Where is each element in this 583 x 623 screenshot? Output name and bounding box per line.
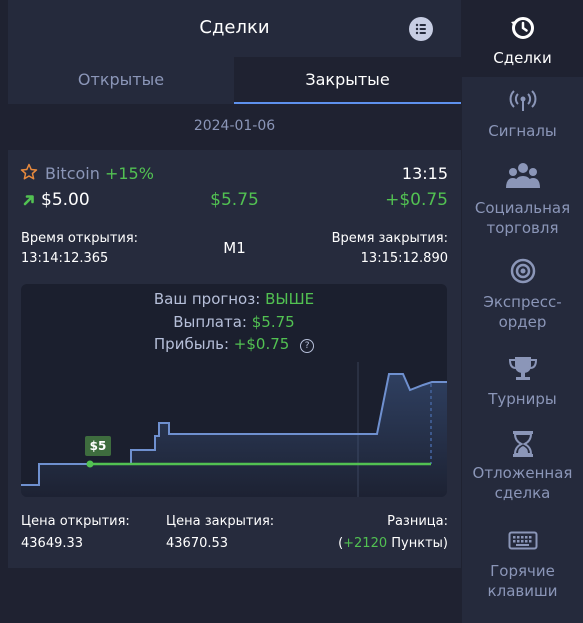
sidebar-item-express-order[interactable]: Экспресс-ордер xyxy=(462,255,583,335)
asset-label: Bitcoin xyxy=(45,164,100,183)
close-price-label: Цена закрытия: xyxy=(166,514,275,529)
sidebar-label-signals: Сигналы xyxy=(488,122,557,140)
forecast-value: ВЫШЕ xyxy=(265,290,315,308)
sidebar-label-social-trading: Социальная торговля xyxy=(474,199,571,237)
keyboard-icon xyxy=(508,531,538,550)
sidebar-label-express-order: Экспресс-ордер xyxy=(483,293,562,331)
tab-closed[interactable]: Закрытые xyxy=(234,57,461,104)
sidebar-label-trades: Сделки xyxy=(493,49,552,67)
sidebar-item-trades[interactable]: Сделки xyxy=(462,0,583,77)
tab-open[interactable]: Открытые xyxy=(8,57,234,102)
sidebar-item-signals[interactable]: Сигналы xyxy=(462,84,583,146)
sidebar-item-hotkeys[interactable]: Горячие клавиши xyxy=(462,528,583,608)
close-price-value: 43670.53 xyxy=(166,536,229,551)
express-target-icon xyxy=(510,258,536,284)
sidebar-label-hotkeys: Горячие клавиши xyxy=(487,562,558,600)
profit-label: Прибыль: xyxy=(153,335,230,353)
close-time-value: 13:15:12.890 xyxy=(360,251,448,266)
close-time-label: Время закрытия: xyxy=(331,231,448,246)
forecast-line: Ваш прогноз: ВЫШЕ xyxy=(21,290,447,308)
trade-time: 13:15 xyxy=(401,164,448,183)
profit-value: +$0.75 xyxy=(233,335,290,353)
payout-value: $5.75 xyxy=(251,313,295,331)
star-favorite-icon[interactable] xyxy=(20,163,38,181)
page-title: Сделки xyxy=(199,17,270,38)
trade-date: 2024-01-06 xyxy=(193,118,276,134)
sidebar-item-pending-trade[interactable]: Отложенная сделка xyxy=(462,428,583,508)
sidebar-label-tournaments: Турниры xyxy=(488,390,557,408)
trade-tabs: Открытые Закрытые xyxy=(8,57,461,104)
payout-line: Выплата: $5.75 xyxy=(21,313,447,331)
trades-history-icon xyxy=(511,17,534,39)
trade-card[interactable]: Bitcoin +15% 13:15 $5.00 $5.75 +$0.75 Вр… xyxy=(8,150,461,568)
trades-panel: Сделки Открытые Закрытые 2024-01-06 Bitc… xyxy=(8,0,461,623)
social-group-icon xyxy=(506,163,540,188)
profit-line: Прибыль: +$0.75 ? xyxy=(21,335,447,353)
stake-badge: $5 xyxy=(85,436,111,456)
open-price-label: Цена открытия: xyxy=(21,514,130,529)
list-menu-button[interactable] xyxy=(409,17,433,41)
difference-points: +2120 xyxy=(343,536,388,551)
payout-label: Выплата: xyxy=(173,313,247,331)
difference-unit: Пункты) xyxy=(387,536,448,551)
trade-profit: +$0.75 xyxy=(385,190,448,210)
asset-name: Bitcoin +15% xyxy=(45,164,154,183)
sidebar-item-social-trading[interactable]: Социальная торговля xyxy=(462,158,583,238)
forecast-label: Ваш прогноз: xyxy=(153,290,261,308)
list-icon xyxy=(415,23,426,35)
right-sidebar: Сделки Сигналы Социальная торговля Экспр… xyxy=(462,0,583,623)
difference-label: Разница: xyxy=(387,514,448,529)
asset-percent: +15% xyxy=(104,164,154,183)
open-price-value: 43649.33 xyxy=(21,536,84,551)
trade-mini-chart: $5 Ваш прогноз: ВЫШЕ Выплата: $5.75 Приб… xyxy=(21,284,447,497)
difference-value: (+2120 Пункты) xyxy=(338,536,448,551)
trophy-icon xyxy=(508,357,538,380)
hourglass-icon xyxy=(513,431,533,457)
panel-header: Сделки xyxy=(8,0,461,57)
sidebar-item-tournaments[interactable]: Турниры xyxy=(462,352,583,412)
open-point xyxy=(86,460,94,468)
sidebar-label-pending-trade: Отложенная сделка xyxy=(472,464,573,502)
signal-antenna-icon xyxy=(509,90,537,111)
help-icon[interactable]: ? xyxy=(300,339,315,353)
